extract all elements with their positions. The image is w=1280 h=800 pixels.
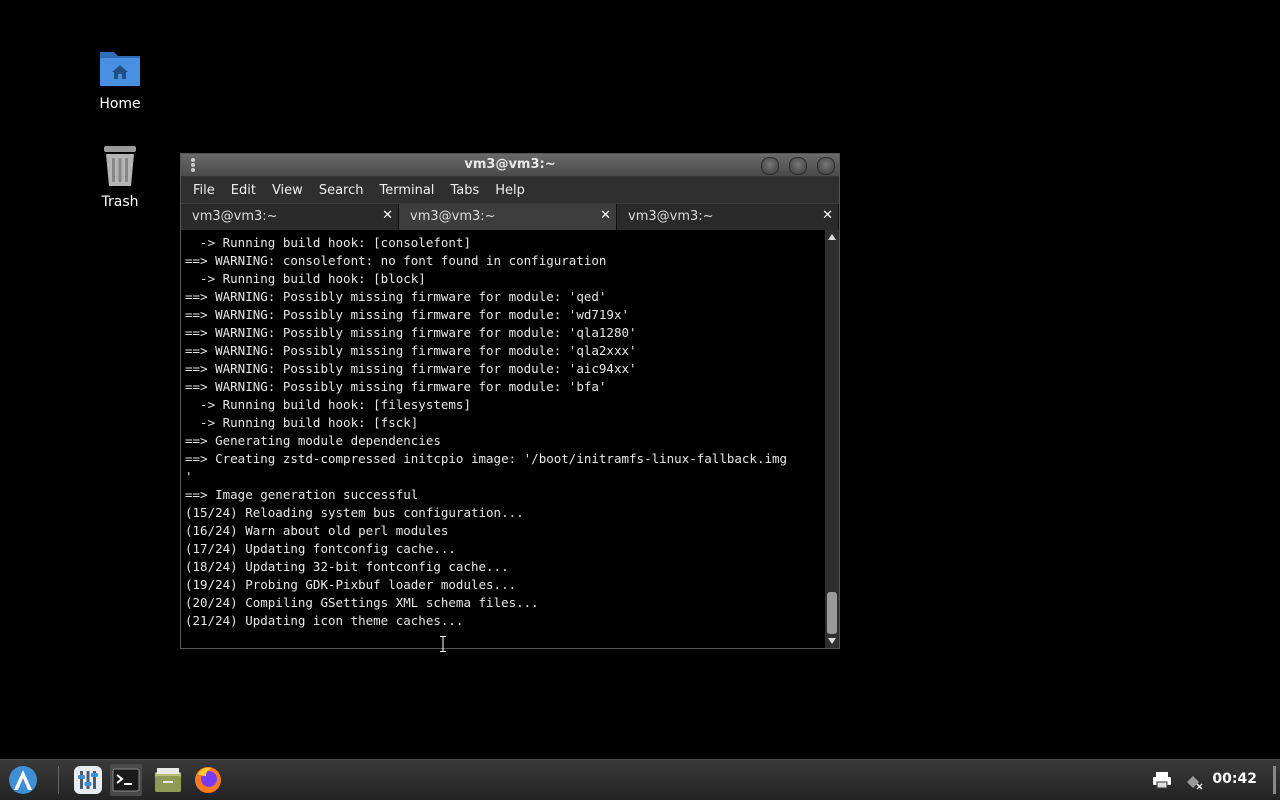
terminal-line: (16/24) Warn about old perl modules bbox=[185, 523, 449, 538]
desktop-icon-label: Home bbox=[99, 96, 141, 112]
terminal-window: vm3@vm3:~ File Edit View Search Terminal… bbox=[180, 153, 840, 649]
show-desktop-button[interactable] bbox=[1273, 766, 1276, 794]
menubar: File Edit View Search Terminal Tabs Help bbox=[181, 177, 839, 203]
menu-file[interactable]: File bbox=[185, 183, 223, 198]
menu-edit[interactable]: Edit bbox=[223, 183, 264, 198]
terminal-line: -> Running build hook: [fsck] bbox=[185, 415, 419, 430]
clock[interactable]: 00:42 bbox=[1212, 771, 1257, 787]
window-title: vm3@vm3:~ bbox=[464, 157, 556, 172]
desktop-icon-home[interactable]: Home bbox=[80, 44, 160, 112]
terminal-line: ==> Generating module dependencies bbox=[185, 433, 441, 448]
menu-terminal[interactable]: Terminal bbox=[371, 183, 442, 198]
terminal-line: (17/24) Updating fontconfig cache... bbox=[185, 541, 456, 556]
terminal-line: (21/24) Updating icon theme caches... bbox=[185, 613, 464, 628]
scroll-up-arrow-icon[interactable] bbox=[828, 234, 836, 240]
tab-label: vm3@vm3:~ bbox=[410, 209, 496, 224]
tab-label: vm3@vm3:~ bbox=[192, 209, 278, 224]
scrollbar-thumb[interactable] bbox=[827, 592, 837, 634]
scroll-down-arrow-icon[interactable] bbox=[828, 638, 836, 644]
taskbar: 00:42 bbox=[0, 759, 1280, 800]
printer-icon[interactable] bbox=[1150, 768, 1174, 792]
tab-2[interactable]: vm3@vm3:~ ✕ bbox=[399, 204, 617, 230]
terminal-line: -> Running build hook: [block] bbox=[185, 271, 426, 286]
terminal-line: ==> Image generation successful bbox=[185, 487, 419, 502]
menu-tabs[interactable]: Tabs bbox=[442, 183, 487, 198]
taskbar-separator bbox=[58, 766, 59, 794]
tab-bar: vm3@vm3:~ ✕ vm3@vm3:~ ✕ vm3@vm3:~ ✕ bbox=[181, 203, 839, 230]
terminal-line: (15/24) Reloading system bus configurati… bbox=[185, 505, 524, 520]
terminal-scrollbar[interactable] bbox=[825, 230, 839, 648]
terminal-line: -> Running build hook: [filesystems] bbox=[185, 397, 471, 412]
tab-close-icon[interactable]: ✕ bbox=[382, 208, 393, 223]
settings-app-icon[interactable] bbox=[72, 764, 104, 796]
menu-help[interactable]: Help bbox=[487, 183, 533, 198]
text-cursor-icon bbox=[440, 636, 446, 652]
tab-label: vm3@vm3:~ bbox=[628, 209, 714, 224]
menu-search[interactable]: Search bbox=[311, 183, 372, 198]
home-folder-icon bbox=[96, 44, 144, 92]
trash-icon bbox=[96, 142, 144, 190]
maximize-button[interactable] bbox=[789, 157, 807, 175]
terminal-line: ==> Creating zstd-compressed initcpio im… bbox=[185, 451, 788, 466]
minimize-button[interactable] bbox=[761, 157, 779, 175]
terminal-line: (19/24) Probing GDK-Pixbuf loader module… bbox=[185, 577, 517, 592]
terminal-line: ==> WARNING: consolefont: no font found … bbox=[185, 253, 607, 268]
app-menu-icon[interactable] bbox=[7, 764, 39, 796]
firefox-icon[interactable] bbox=[192, 764, 224, 796]
file-manager-icon[interactable] bbox=[152, 764, 184, 796]
tab-3[interactable]: vm3@vm3:~ ✕ bbox=[617, 204, 839, 230]
terminal-line: ==> WARNING: Possibly missing firmware f… bbox=[185, 343, 637, 358]
terminal-line: ==> WARNING: Possibly missing firmware f… bbox=[185, 289, 607, 304]
terminal-line: ' bbox=[185, 469, 193, 484]
close-button[interactable] bbox=[817, 157, 835, 175]
terminal-line: -> Running build hook: [consolefont] bbox=[185, 235, 471, 250]
desktop-icon-trash[interactable]: Trash bbox=[80, 142, 160, 210]
terminal-line: ==> WARNING: Possibly missing firmware f… bbox=[185, 379, 607, 394]
network-disconnected-icon[interactable] bbox=[1182, 768, 1206, 792]
terminal-line: ==> WARNING: Possibly missing firmware f… bbox=[185, 325, 637, 340]
tab-1[interactable]: vm3@vm3:~ ✕ bbox=[181, 204, 399, 230]
terminal-line: ==> WARNING: Possibly missing firmware f… bbox=[185, 361, 637, 376]
window-titlebar[interactable]: vm3@vm3:~ bbox=[181, 154, 839, 177]
menu-view[interactable]: View bbox=[264, 183, 311, 198]
tab-close-icon[interactable]: ✕ bbox=[600, 208, 611, 223]
terminal-output[interactable]: -> Running build hook: [consolefont] ==> … bbox=[181, 230, 825, 648]
terminal-icon[interactable] bbox=[110, 764, 142, 796]
terminal-line: ==> WARNING: Possibly missing firmware f… bbox=[185, 307, 630, 322]
tab-close-icon[interactable]: ✕ bbox=[822, 208, 833, 223]
desktop-icon-label: Trash bbox=[101, 194, 139, 210]
terminal-line: (20/24) Compiling GSettings XML schema f… bbox=[185, 595, 539, 610]
terminal-line: (18/24) Updating 32-bit fontconfig cache… bbox=[185, 559, 509, 574]
